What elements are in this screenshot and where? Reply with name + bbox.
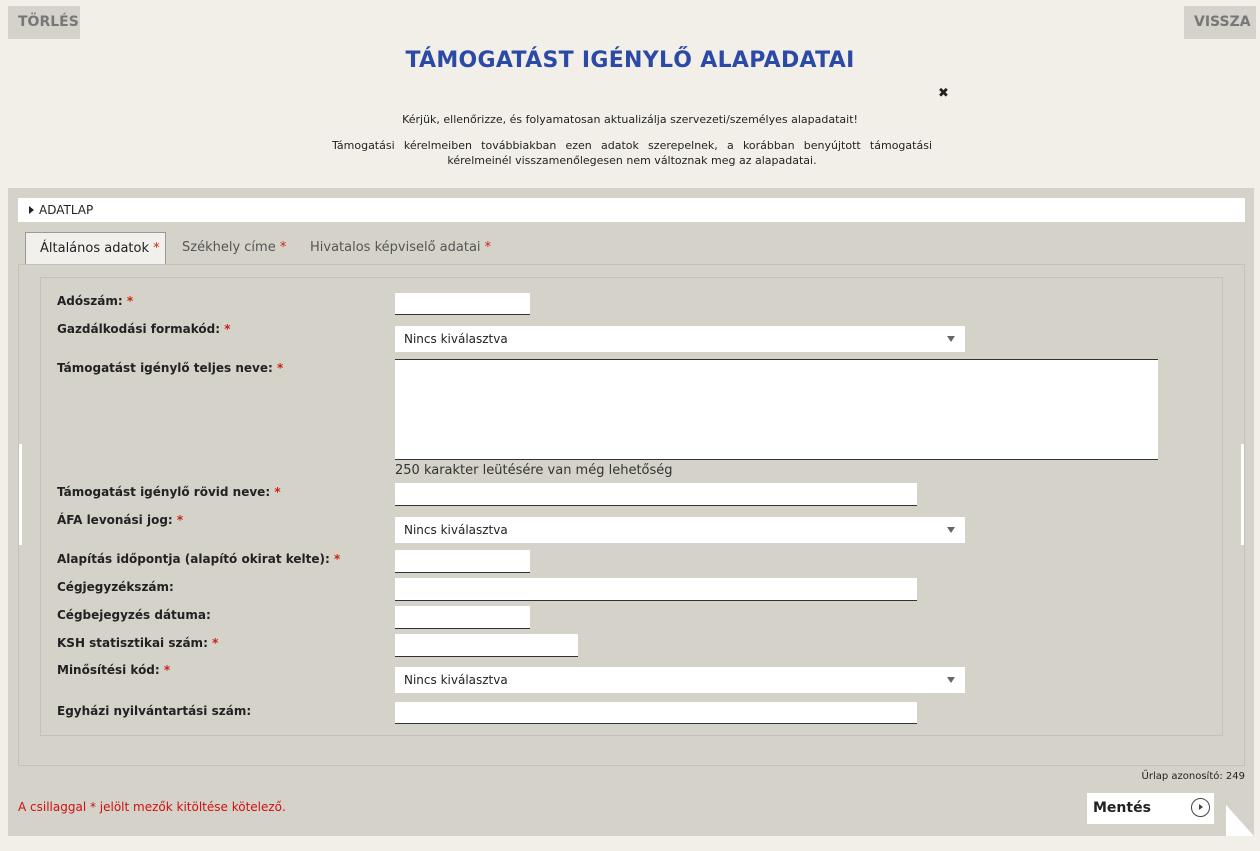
label-adoszam: Adószám: * <box>57 294 134 308</box>
chevron-down-icon <box>947 677 955 683</box>
label-cegjegyzekszam: Cégjegyzékszám: <box>57 580 174 594</box>
select-value: Nincs kiválasztva <box>404 332 508 346</box>
label-gazdalkodasi-formakod: Gazdálkodási formakód: * <box>57 322 231 336</box>
tab-label: Hivatalos képviselő adatai <box>310 240 481 255</box>
cegbejegyzes-datuma-input[interactable] <box>395 606 530 629</box>
label-afa-levonasi-jog: ÁFA levonási jog: * <box>57 513 184 527</box>
character-counter: 250 karakter leütésére van még lehetőség <box>395 463 673 478</box>
alapitas-input[interactable] <box>395 550 530 573</box>
label-egyhazi: Egyházi nyilvántartási szám: <box>57 704 252 718</box>
scroll-indicator-left <box>19 444 22 545</box>
chevron-down-icon <box>947 527 955 533</box>
save-label: Mentés <box>1093 800 1151 816</box>
info-line-1: Kérjük, ellenőrizze, és folyamatosan akt… <box>402 113 858 126</box>
chevron-down-icon <box>947 336 955 342</box>
form-panel: ADATLAP Általános adatok * Székhely címe… <box>8 188 1254 836</box>
tab-label: Székhely címe <box>182 240 276 255</box>
tab-representative[interactable]: Hivatalos képviselő adatai * <box>310 232 491 264</box>
ksh-input[interactable] <box>395 634 578 657</box>
label-alapitas: Alapítás időpontja (alapító okirat kelte… <box>57 552 341 566</box>
close-icon[interactable]: ✖ <box>938 86 949 101</box>
label-minositesi-kod: Minősítési kód: * <box>57 663 171 677</box>
minositesi-kod-select[interactable]: Nincs kiválasztva <box>395 667 965 693</box>
required-mark: * <box>484 240 492 255</box>
label-ksh: KSH statisztikai szám: * <box>57 636 219 650</box>
required-mark: * <box>279 240 287 255</box>
required-mark: * <box>153 241 160 256</box>
rovid-nev-input[interactable] <box>395 483 917 506</box>
required-note: A csillaggal * jelölt mezők kitöltése kö… <box>18 800 286 814</box>
adoszam-input[interactable] <box>395 293 530 315</box>
page-title: TÁMOGATÁST IGÉNYLŐ ALAPADATAI <box>405 48 855 73</box>
tab-label: Általános adatok <box>40 241 150 256</box>
info-line-2: Támogatási kérelmeiben továbbiakban ezen… <box>332 139 932 167</box>
save-button[interactable]: Mentés <box>1087 793 1214 824</box>
form-id: Űrlap azonosító: 249 <box>1141 771 1245 782</box>
section-label: ADATLAP <box>39 203 94 217</box>
select-value: Nincs kiválasztva <box>404 673 508 687</box>
egyhazi-input[interactable] <box>395 702 917 724</box>
tab-headquarters[interactable]: Székhely címe * <box>182 232 286 264</box>
caret-right-icon <box>29 205 34 214</box>
arrow-right-circle-icon <box>1191 798 1210 817</box>
label-teljes-nev: Támogatást igénylő teljes neve: * <box>57 361 284 375</box>
scroll-indicator-right <box>1241 444 1244 545</box>
clear-button[interactable]: TÖRLÉS <box>8 6 80 39</box>
page-fold-decoration <box>1226 805 1254 836</box>
cegjegyzekszam-input[interactable] <box>395 578 917 601</box>
tab-general[interactable]: Általános adatok * <box>25 232 166 264</box>
section-header-adatlap[interactable]: ADATLAP <box>18 198 1245 222</box>
afa-levonasi-jog-select[interactable]: Nincs kiválasztva <box>395 517 965 543</box>
label-cegbejegyzes-datuma: Cégbejegyzés dátuma: <box>57 608 211 622</box>
select-value: Nincs kiválasztva <box>404 523 508 537</box>
gazdalkodasi-formakod-select[interactable]: Nincs kiválasztva <box>395 326 965 352</box>
label-rovid-nev: Támogatást igénylő rövid neve: * <box>57 485 281 499</box>
back-button[interactable]: VISSZA <box>1184 6 1256 39</box>
teljes-nev-textarea[interactable] <box>395 359 1158 460</box>
